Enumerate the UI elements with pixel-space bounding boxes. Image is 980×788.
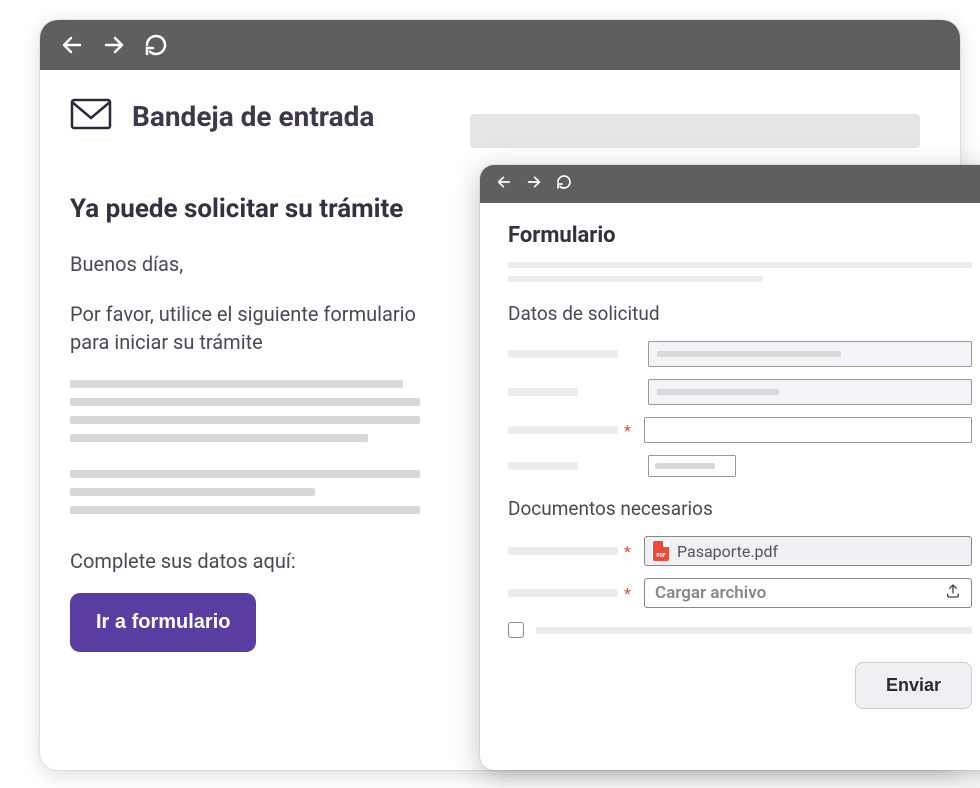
submit-button[interactable]: Enviar [855,662,972,709]
reload-icon[interactable] [144,33,168,57]
form-row-4 [508,455,972,477]
checkbox-label-placeholder [536,627,972,634]
form-label [508,388,578,396]
forward-icon[interactable] [102,33,126,57]
search-bar-placeholder[interactable] [470,114,920,148]
inbox-title: Bandeja de entrada [132,100,374,133]
required-star-icon: * [624,542,634,561]
consent-checkbox[interactable] [508,622,524,638]
text-input[interactable] [648,379,972,405]
back-icon[interactable] [496,174,512,194]
mail-icon [70,98,112,134]
email-greeting: Buenos días, [70,252,420,276]
file-upload-button[interactable]: Cargar archivo [644,578,972,608]
form-label [508,350,618,358]
email-text-block-2 [70,470,420,514]
reload-icon[interactable] [556,174,572,194]
text-input[interactable] [644,417,972,443]
form-browser-toolbar [480,165,980,203]
email-cta-text: Complete sus datos aquí: [70,549,420,573]
form-title: Formulario [508,223,972,248]
section-data-title: Datos de solicitud [508,302,972,325]
form-label [508,426,618,434]
form-row-3: * [508,417,972,443]
form-label [508,462,578,470]
upload-label: Cargar archivo [655,583,766,603]
form-row-1 [508,341,972,367]
checkbox-row [508,622,972,638]
form-window: Formulario Datos de solicitud * [480,165,980,770]
form-label [508,589,618,597]
forward-icon[interactable] [526,174,542,194]
email-text-block-1 [70,380,420,442]
required-star-icon: * [624,584,634,603]
browser-toolbar [40,20,960,70]
form-content: Formulario Datos de solicitud * [480,203,980,729]
email-subject: Ya puede solicitar su trámite [70,194,420,224]
required-star-icon: * [624,421,634,440]
email-intro: Por favor, utilice el siguiente formular… [70,300,420,356]
form-label [508,547,618,555]
upload-icon [945,583,961,604]
uploaded-file[interactable]: Pasaporte.pdf [644,536,972,566]
section-docs-title: Documentos necesarios [508,497,972,520]
back-icon[interactable] [60,33,84,57]
uploaded-file-name: Pasaporte.pdf [677,542,778,561]
go-to-form-button[interactable]: Ir a formulario [70,593,256,652]
email-body: Ya puede solicitar su trámite Buenos día… [40,144,450,682]
text-input[interactable] [648,341,972,367]
placeholder-line [508,276,763,282]
pdf-icon [653,541,669,561]
form-row-2 [508,379,972,405]
placeholder-line [508,262,972,268]
small-input[interactable] [648,455,736,477]
file-row-upload: * Cargar archivo [508,578,972,608]
file-row-uploaded: * Pasaporte.pdf [508,536,972,566]
